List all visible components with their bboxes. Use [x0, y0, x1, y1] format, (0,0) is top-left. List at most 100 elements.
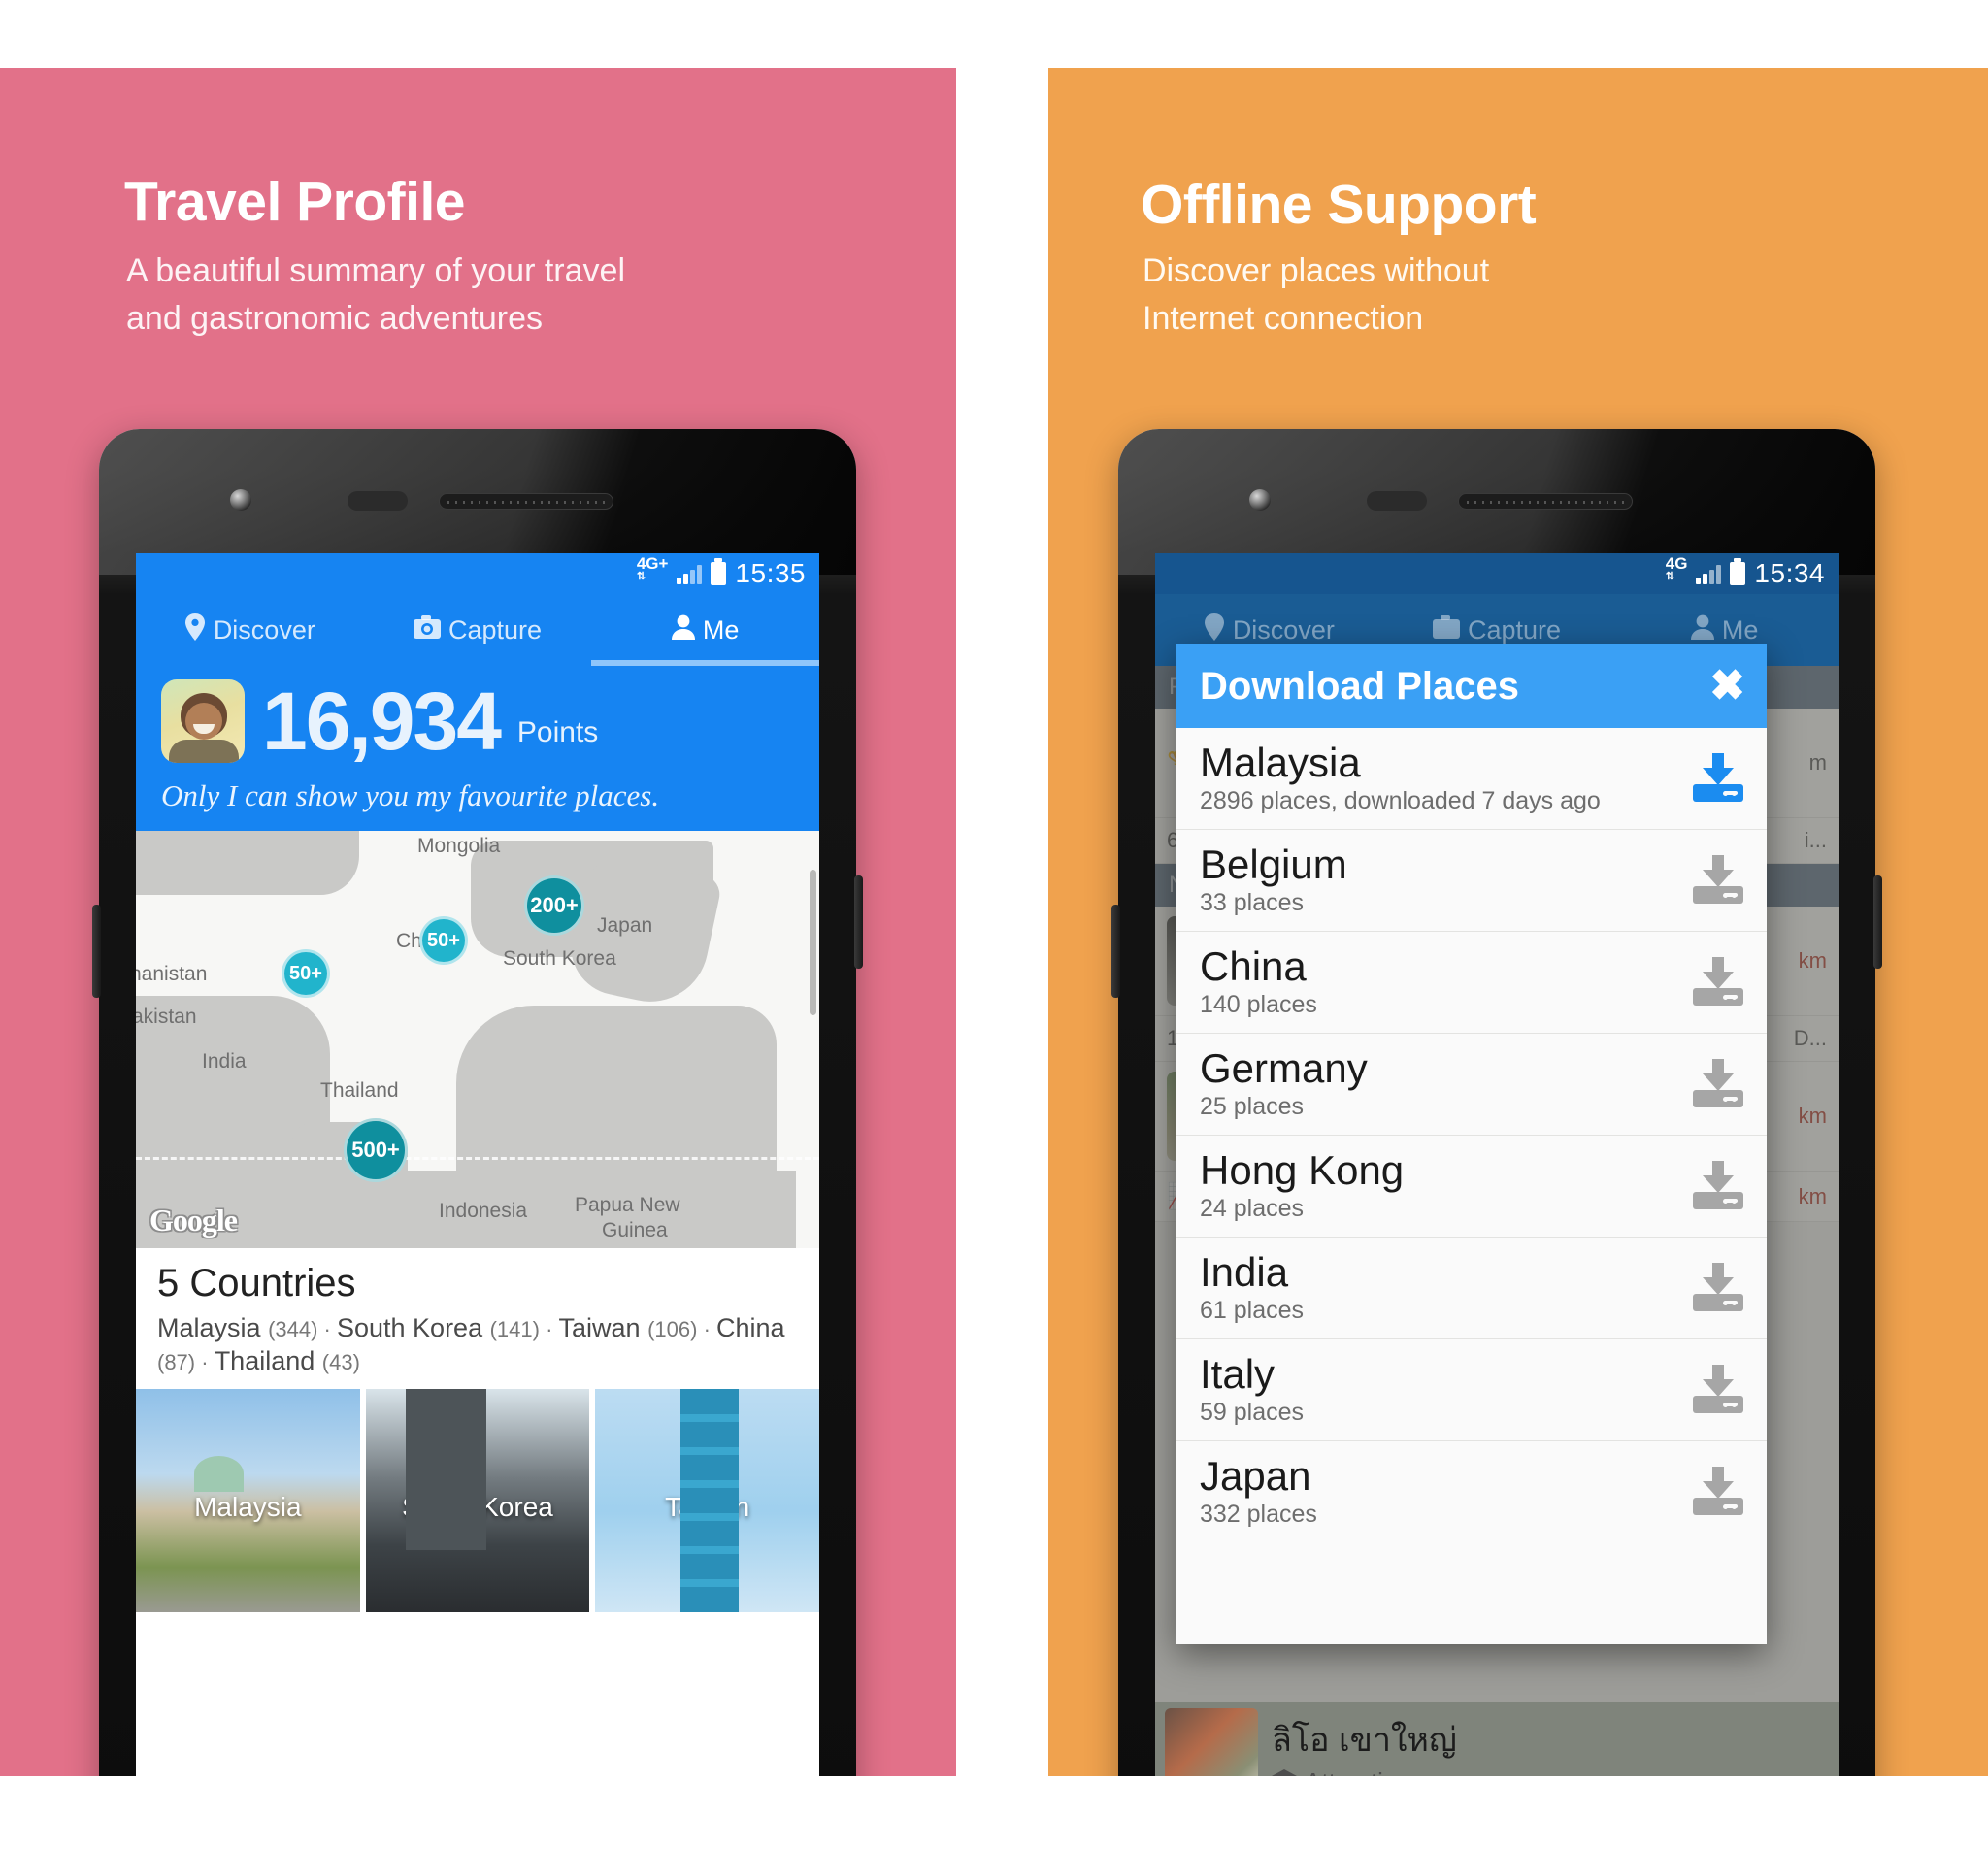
country-status: 140 places	[1200, 991, 1317, 1019]
download-list-item[interactable]: Japan 332 places	[1176, 1441, 1767, 1542]
photo-caption: Malaysia	[194, 1491, 302, 1522]
network-type-indicator: 4G+ ⇅	[636, 554, 669, 582]
profile-tagline: Only I can show you my favourite places.	[161, 778, 660, 812]
country-status: 33 places	[1200, 889, 1305, 917]
download-icon[interactable]	[1693, 1263, 1743, 1312]
left-phone-mockup: 4G+ ⇅ 15:35 Discover Capture Me 16,934 P…	[92, 429, 863, 1776]
battery-full-icon	[711, 558, 727, 585]
country-photo-malaysia[interactable]: Malaysia	[136, 1389, 360, 1613]
download-list-item[interactable]: Germany 25 places	[1176, 1034, 1767, 1137]
power-button[interactable]	[854, 875, 863, 969]
volume-button[interactable]	[1111, 905, 1120, 998]
country-status: 59 places	[1200, 1399, 1305, 1427]
profile-points-header: 16,934 Points Only I can show you my fav…	[136, 666, 819, 831]
download-list-item[interactable]: China 140 places	[1176, 932, 1767, 1035]
camera-icon	[413, 614, 441, 645]
country-photo-taiwan[interactable]: Taiwan	[595, 1389, 819, 1613]
screenshot-root: Travel Profile A beautiful summary of yo…	[0, 0, 1988, 1849]
main-tab-bar: Discover Capture Me	[136, 594, 819, 666]
left-feature-panel: Travel Profile A beautiful summary of yo…	[0, 68, 956, 1776]
download-icon[interactable]	[1693, 855, 1743, 905]
download-icon[interactable]	[1693, 1365, 1743, 1414]
data-arrows-icon: ⇅	[636, 571, 647, 582]
map-label: South Korea	[503, 947, 616, 970]
right-phone-screen: 4G ⇅ 15:34 Discover Capture Me ลิโอ เขาใ…	[1155, 553, 1839, 1776]
status-bar: 4G ⇅ 15:34	[1155, 553, 1839, 594]
signal-bars-icon	[1696, 563, 1722, 584]
country-name: Germany	[1200, 1045, 1368, 1092]
travel-map[interactable]: Mongolia China Japan South Korea hanista…	[136, 831, 819, 1248]
right-headline: Offline Support	[1141, 174, 1537, 236]
equator-dashed-line	[136, 1157, 819, 1160]
download-list-item[interactable]: Belgium 33 places	[1176, 830, 1767, 933]
country-status: 25 places	[1200, 1093, 1305, 1121]
download-list-item[interactable]: Hong Kong 24 places	[1176, 1136, 1767, 1238]
tab-me-label: Me	[702, 614, 740, 644]
download-list-item[interactable]: Malaysia 2896 places, downloaded 7 days …	[1176, 728, 1767, 831]
right-feature-panel: Offline Support Discover places without …	[1048, 68, 1988, 1776]
country-name: Malaysia	[157, 1313, 261, 1342]
country-name: Italy	[1200, 1351, 1276, 1398]
download-icon[interactable]	[1693, 957, 1743, 1007]
map-label: Indonesia	[439, 1200, 528, 1222]
points-value: 16,934	[262, 676, 502, 767]
left-phone-screen: 4G+ ⇅ 15:35 Discover Capture Me 16,934 P…	[136, 553, 819, 1776]
country-name: South Korea	[336, 1313, 483, 1342]
avatar[interactable]	[161, 679, 245, 763]
location-pin-icon	[184, 612, 206, 647]
left-subline-line1: A beautiful summary of your travel	[126, 252, 626, 289]
map-label: India	[202, 1050, 247, 1073]
right-subline: Discover places without Internet connect…	[1143, 248, 1489, 344]
location-pin-icon	[1204, 612, 1225, 647]
map-cluster-marker[interactable]: 50+	[282, 949, 330, 998]
map-scrollbar[interactable]	[810, 870, 816, 1015]
map-cluster-marker[interactable]: 500+	[344, 1118, 408, 1182]
country-name: Taiwan	[558, 1313, 641, 1342]
battery-full-icon	[1730, 558, 1746, 585]
power-button[interactable]	[1873, 875, 1882, 969]
countries-list: Malaysia (344) · South Korea (141) · Tai…	[157, 1313, 785, 1376]
map-label: akistan	[136, 1006, 197, 1028]
close-icon[interactable]: ✖	[1709, 665, 1745, 708]
country-status: 332 places	[1200, 1501, 1317, 1529]
download-list-item[interactable]: Italy 59 places	[1176, 1339, 1767, 1442]
country-status: 61 places	[1200, 1297, 1305, 1325]
download-icon[interactable]	[1693, 1059, 1743, 1108]
tab-me[interactable]: Me	[591, 594, 819, 666]
dialog-title: Download Places	[1200, 664, 1519, 708]
country-photo-south-korea[interactable]: South Korea	[365, 1389, 590, 1613]
tab-capture[interactable]: Capture	[364, 594, 592, 666]
tab-discover-label: Discover	[1232, 614, 1335, 644]
right-subline-line1: Discover places without	[1143, 252, 1490, 289]
attraction-list-item[interactable]: ลิโอ เขาใหญ่ Attraction	[1155, 1702, 1839, 1776]
proximity-sensor-icon	[1367, 491, 1427, 511]
download-places-dialog: Download Places ✖ Malaysia 2896 places, …	[1176, 644, 1767, 1644]
earpiece-speaker-icon	[1458, 493, 1633, 510]
country-count: (344)	[268, 1317, 318, 1341]
download-icon[interactable]	[1693, 753, 1743, 803]
tab-me-label: Me	[1721, 614, 1759, 644]
attraction-thumbnail	[1165, 1708, 1258, 1776]
country-name: Malaysia	[1200, 740, 1361, 785]
country-status: 2896 places, downloaded 7 days ago	[1200, 787, 1601, 815]
map-cluster-marker[interactable]: 200+	[524, 875, 584, 936]
download-icon[interactable]	[1693, 1161, 1743, 1210]
attraction-category-label: Attraction	[1305, 1767, 1411, 1777]
country-count: (106)	[647, 1317, 698, 1341]
dialog-header: Download Places ✖	[1176, 644, 1767, 728]
tab-discover[interactable]: Discover	[136, 594, 364, 666]
country-name: Thailand	[214, 1346, 315, 1376]
download-list-item[interactable]: India 61 places	[1176, 1238, 1767, 1340]
download-list: Malaysia 2896 places, downloaded 7 days …	[1176, 728, 1767, 1543]
map-cluster-marker[interactable]: 50+	[419, 916, 468, 965]
download-icon[interactable]	[1693, 1467, 1743, 1516]
front-camera-icon	[1249, 489, 1271, 511]
points-row: 16,934 Points	[136, 679, 819, 763]
earpiece-speaker-icon	[439, 493, 613, 510]
country-name: India	[1200, 1249, 1289, 1296]
left-subline: A beautiful summary of your travel and g…	[126, 248, 625, 344]
tab-capture-label: Capture	[447, 614, 543, 644]
museum-icon	[1272, 1767, 1297, 1777]
volume-button[interactable]	[92, 905, 101, 998]
left-headline: Travel Profile	[124, 171, 466, 233]
